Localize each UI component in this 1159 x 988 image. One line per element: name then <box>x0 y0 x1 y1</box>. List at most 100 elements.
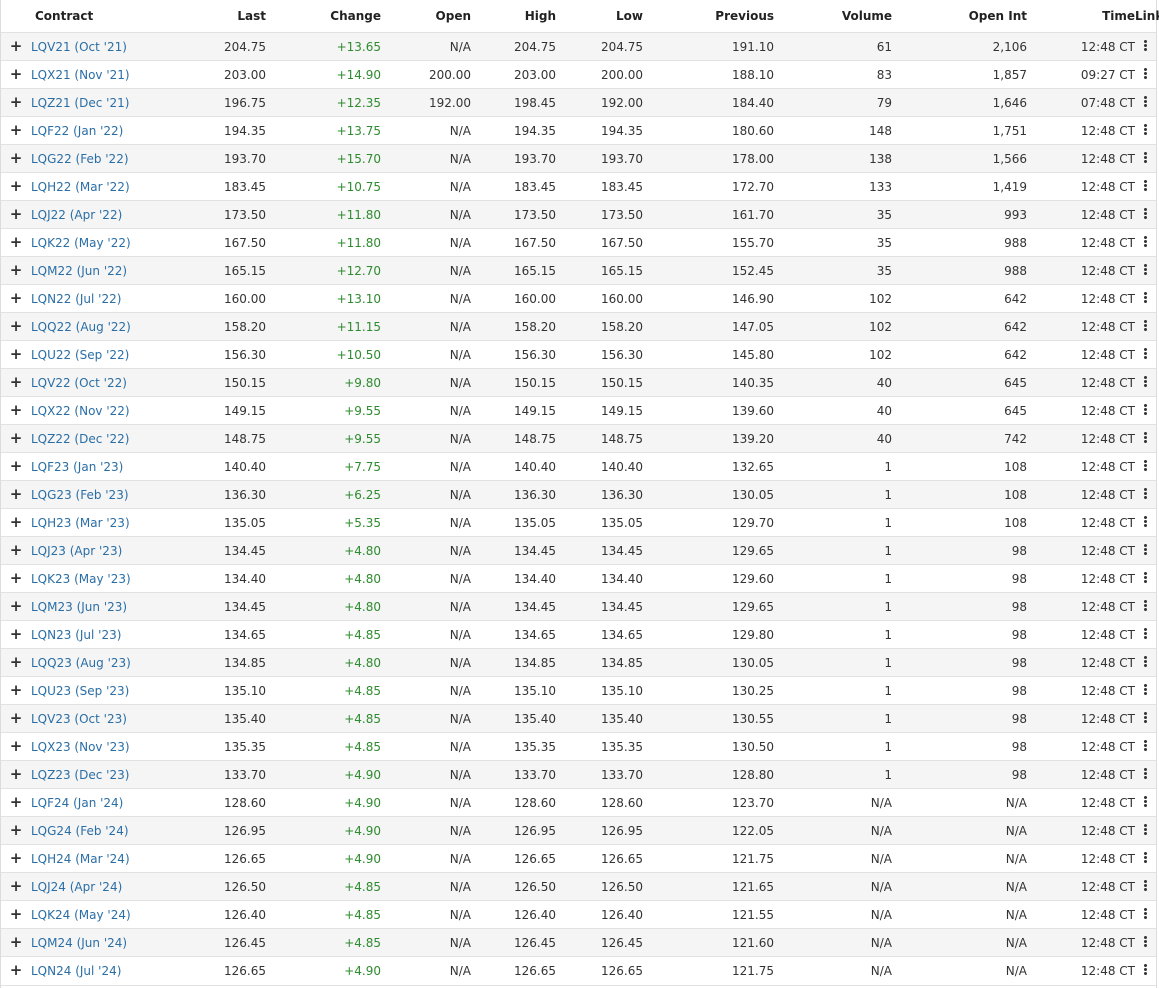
contract-link[interactable]: LQH22 (Mar '22) <box>31 180 130 194</box>
plus-icon[interactable]: + <box>10 67 23 82</box>
contract-link[interactable]: LQG24 (Feb '24) <box>31 824 129 838</box>
vertical-dots-icon[interactable] <box>1144 963 1148 976</box>
contract-link[interactable]: LQK22 (May '22) <box>31 236 131 250</box>
contract-link[interactable]: LQU22 (Sep '22) <box>31 348 129 362</box>
plus-icon[interactable]: + <box>10 823 23 838</box>
plus-icon[interactable]: + <box>10 543 23 558</box>
contract-link[interactable]: LQH24 (Mar '24) <box>31 852 130 866</box>
contract-link[interactable]: LQF23 (Jan '23) <box>31 460 123 474</box>
vertical-dots-icon[interactable] <box>1144 851 1148 864</box>
vertical-dots-icon[interactable] <box>1144 403 1148 416</box>
vertical-dots-icon[interactable] <box>1144 235 1148 248</box>
plus-icon[interactable]: + <box>10 627 23 642</box>
header-change[interactable]: Change <box>266 0 381 33</box>
vertical-dots-icon[interactable] <box>1144 375 1148 388</box>
contract-link[interactable]: LQM23 (Jun '23) <box>31 600 127 614</box>
vertical-dots-icon[interactable] <box>1144 431 1148 444</box>
vertical-dots-icon[interactable] <box>1144 599 1148 612</box>
plus-icon[interactable]: + <box>10 767 23 782</box>
contract-link[interactable]: LQZ22 (Dec '22) <box>31 432 129 446</box>
vertical-dots-icon[interactable] <box>1144 823 1148 836</box>
contract-link[interactable]: LQF22 (Jan '22) <box>31 124 123 138</box>
plus-icon[interactable]: + <box>10 403 23 418</box>
vertical-dots-icon[interactable] <box>1144 207 1148 220</box>
plus-icon[interactable]: + <box>10 151 23 166</box>
plus-icon[interactable]: + <box>10 207 23 222</box>
plus-icon[interactable]: + <box>10 347 23 362</box>
vertical-dots-icon[interactable] <box>1144 67 1148 80</box>
header-low[interactable]: Low <box>556 0 643 33</box>
plus-icon[interactable]: + <box>10 375 23 390</box>
vertical-dots-icon[interactable] <box>1144 739 1148 752</box>
vertical-dots-icon[interactable] <box>1144 935 1148 948</box>
plus-icon[interactable]: + <box>10 123 23 138</box>
vertical-dots-icon[interactable] <box>1144 515 1148 528</box>
plus-icon[interactable]: + <box>10 711 23 726</box>
contract-link[interactable]: LQX23 (Nov '23) <box>31 740 130 754</box>
vertical-dots-icon[interactable] <box>1144 123 1148 136</box>
plus-icon[interactable]: + <box>10 655 23 670</box>
contract-link[interactable]: LQV21 (Oct '21) <box>31 40 127 54</box>
contract-link[interactable]: LQM22 (Jun '22) <box>31 264 127 278</box>
vertical-dots-icon[interactable] <box>1144 95 1148 108</box>
vertical-dots-icon[interactable] <box>1144 487 1148 500</box>
plus-icon[interactable]: + <box>10 263 23 278</box>
contract-link[interactable]: LQX21 (Nov '21) <box>31 68 130 82</box>
contract-link[interactable]: LQM24 (Jun '24) <box>31 936 127 950</box>
plus-icon[interactable]: + <box>10 935 23 950</box>
contract-link[interactable]: LQQ22 (Aug '22) <box>31 320 131 334</box>
plus-icon[interactable]: + <box>10 851 23 866</box>
vertical-dots-icon[interactable] <box>1144 291 1148 304</box>
vertical-dots-icon[interactable] <box>1144 627 1148 640</box>
vertical-dots-icon[interactable] <box>1144 683 1148 696</box>
header-high[interactable]: High <box>471 0 556 33</box>
contract-link[interactable]: LQQ23 (Aug '23) <box>31 656 131 670</box>
plus-icon[interactable]: + <box>10 291 23 306</box>
plus-icon[interactable]: + <box>10 963 23 978</box>
vertical-dots-icon[interactable] <box>1144 795 1148 808</box>
contract-link[interactable]: LQV22 (Oct '22) <box>31 376 127 390</box>
plus-icon[interactable]: + <box>10 571 23 586</box>
contract-link[interactable]: LQZ21 (Dec '21) <box>31 96 129 110</box>
vertical-dots-icon[interactable] <box>1144 459 1148 472</box>
vertical-dots-icon[interactable] <box>1144 151 1148 164</box>
contract-link[interactable]: LQH23 (Mar '23) <box>31 516 130 530</box>
contract-link[interactable]: LQK24 (May '24) <box>31 908 131 922</box>
plus-icon[interactable]: + <box>10 599 23 614</box>
contract-link[interactable]: LQJ23 (Apr '23) <box>31 544 122 558</box>
contract-link[interactable]: LQG23 (Feb '23) <box>31 488 129 502</box>
header-volume[interactable]: Volume <box>774 0 892 33</box>
vertical-dots-icon[interactable] <box>1144 347 1148 360</box>
header-previous[interactable]: Previous <box>643 0 774 33</box>
contract-link[interactable]: LQN23 (Jul '23) <box>31 628 121 642</box>
contract-link[interactable]: LQX22 (Nov '22) <box>31 404 130 418</box>
vertical-dots-icon[interactable] <box>1144 907 1148 920</box>
contract-link[interactable]: LQU23 (Sep '23) <box>31 684 129 698</box>
contract-link[interactable]: LQK23 (May '23) <box>31 572 131 586</box>
header-contract[interactable]: Contract <box>1 0 151 33</box>
vertical-dots-icon[interactable] <box>1144 879 1148 892</box>
plus-icon[interactable]: + <box>10 907 23 922</box>
plus-icon[interactable]: + <box>10 319 23 334</box>
plus-icon[interactable]: + <box>10 431 23 446</box>
header-last[interactable]: Last <box>151 0 266 33</box>
header-open[interactable]: Open <box>381 0 471 33</box>
contract-link[interactable]: LQN24 (Jul '24) <box>31 964 121 978</box>
plus-icon[interactable]: + <box>10 739 23 754</box>
plus-icon[interactable]: + <box>10 235 23 250</box>
plus-icon[interactable]: + <box>10 459 23 474</box>
vertical-dots-icon[interactable] <box>1144 263 1148 276</box>
header-time[interactable]: Time <box>1027 0 1135 33</box>
contract-link[interactable]: LQJ24 (Apr '24) <box>31 880 122 894</box>
vertical-dots-icon[interactable] <box>1144 543 1148 556</box>
contract-link[interactable]: LQV23 (Oct '23) <box>31 712 127 726</box>
vertical-dots-icon[interactable] <box>1144 39 1148 52</box>
vertical-dots-icon[interactable] <box>1144 767 1148 780</box>
plus-icon[interactable]: + <box>10 39 23 54</box>
header-open-int[interactable]: Open Int <box>892 0 1027 33</box>
contract-link[interactable]: LQJ22 (Apr '22) <box>31 208 122 222</box>
plus-icon[interactable]: + <box>10 515 23 530</box>
contract-link[interactable]: LQF24 (Jan '24) <box>31 796 123 810</box>
contract-link[interactable]: LQZ23 (Dec '23) <box>31 768 129 782</box>
plus-icon[interactable]: + <box>10 879 23 894</box>
